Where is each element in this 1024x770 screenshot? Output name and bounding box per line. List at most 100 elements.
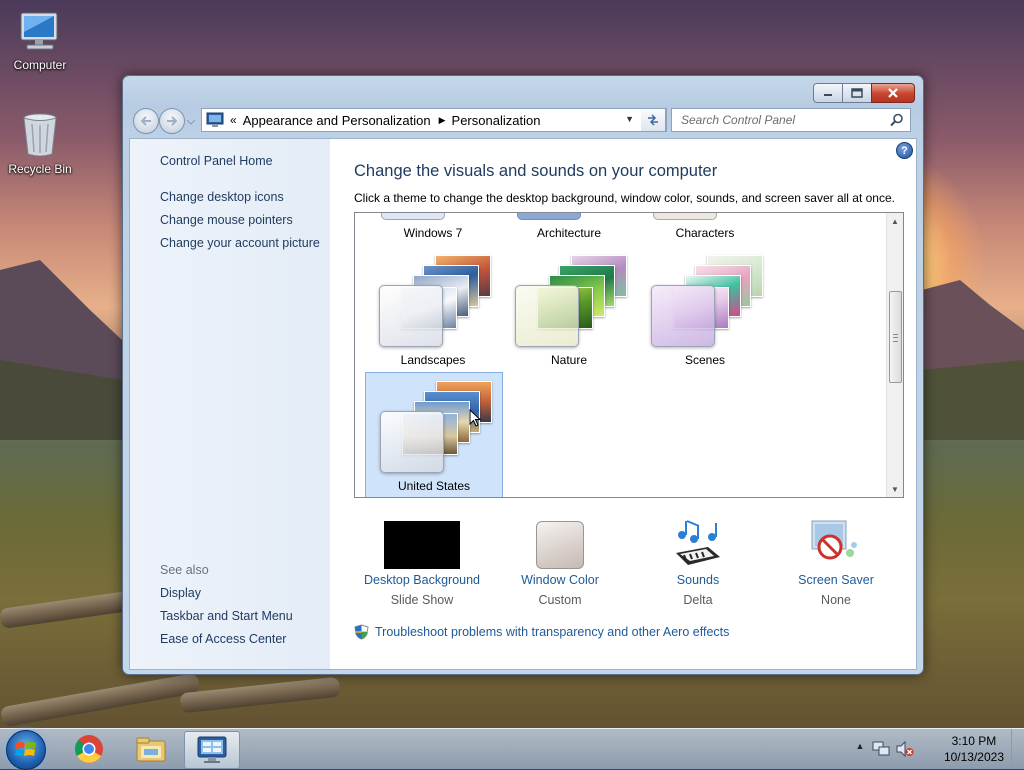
volume-muted-icon[interactable]: [896, 741, 914, 757]
address-dropdown-icon[interactable]: ▼: [625, 114, 634, 124]
setting-value: None: [821, 593, 851, 607]
troubleshoot-link[interactable]: Troubleshoot problems with transparency …: [354, 624, 729, 640]
scroll-down-icon: ▼: [891, 484, 899, 494]
control-panel-icon: [206, 112, 224, 127]
theme-architecture[interactable]: Architecture: [501, 213, 637, 243]
theme-glass-preview: [515, 285, 579, 347]
theme-gallery-scrollbar[interactable]: ▲ ▼: [886, 213, 903, 497]
setting-value: Delta: [683, 593, 713, 607]
computer-icon: [20, 12, 58, 50]
system-tray: ▲ 3:10 PM 10/13/2023: [854, 729, 1024, 769]
close-button[interactable]: [871, 83, 915, 103]
theme-thumbnail: [379, 253, 499, 347]
theme-thumbnail: [381, 213, 445, 220]
scroll-grip-icon: [893, 334, 898, 342]
search-input[interactable]: [679, 109, 883, 131]
search-icon[interactable]: [890, 113, 904, 127]
clock-date: 10/13/2023: [943, 750, 1004, 764]
theme-united-states[interactable]: United States: [365, 372, 503, 497]
navigation-bar: « Appearance and Personalization ▶ Perso…: [131, 106, 915, 134]
theme-settings-row: Desktop Background Slide Show Window Col…: [354, 511, 914, 611]
desktop-icon-label: Recycle Bin: [8, 162, 72, 176]
breadcrumb-appearance[interactable]: Appearance and Personalization: [243, 113, 431, 128]
theme-thumbnail: [651, 253, 771, 347]
personalization-window: « Appearance and Personalization ▶ Perso…: [122, 75, 924, 675]
desktop-icon-recycle-bin[interactable]: Recycle Bin: [0, 112, 80, 176]
ease-of-access-link[interactable]: Ease of Access Center: [160, 632, 286, 646]
back-arrow-icon: [140, 116, 151, 126]
refresh-button[interactable]: [641, 108, 666, 132]
theme-label: Characters: [675, 226, 735, 240]
search-box[interactable]: [671, 108, 911, 132]
page-subtitle: Click a theme to change the desktop back…: [354, 191, 895, 205]
theme-glass-preview: [651, 285, 715, 347]
shield-icon: [354, 624, 369, 640]
refresh-icon: [648, 114, 658, 126]
recycle-bin-icon: [23, 113, 57, 157]
control-panel-icon: [197, 736, 227, 763]
back-button[interactable]: [133, 108, 159, 134]
sounds-icon: [676, 520, 720, 565]
breadcrumb-separator-icon: ▶: [438, 114, 446, 125]
address-bar[interactable]: « Appearance and Personalization ▶ Perso…: [201, 108, 667, 132]
show-hidden-icons-button[interactable]: ▲: [854, 741, 866, 755]
taskbar-chrome[interactable]: [62, 731, 116, 767]
theme-landscapes[interactable]: Landscapes: [365, 247, 501, 371]
display-link[interactable]: Display: [160, 586, 201, 600]
desktop-background-swatch: [384, 521, 460, 569]
network-icon[interactable]: [872, 741, 890, 757]
change-desktop-icons-link[interactable]: Change desktop icons: [160, 190, 284, 204]
change-mouse-pointers-link[interactable]: Change mouse pointers: [160, 213, 293, 227]
fence-rail: [0, 591, 131, 629]
theme-characters[interactable]: Characters: [637, 213, 773, 243]
theme-thumbnail: [653, 213, 717, 220]
theme-label: Scenes: [684, 353, 726, 367]
help-button[interactable]: ?: [896, 142, 913, 159]
recent-pages-dropdown[interactable]: [186, 115, 196, 125]
chevron-down-icon: [186, 119, 196, 125]
troubleshoot-text: Troubleshoot problems with transparency …: [375, 625, 730, 639]
change-account-picture-link[interactable]: Change your account picture: [160, 236, 320, 250]
clock[interactable]: 3:10 PM 10/13/2023: [944, 733, 1004, 765]
show-desktop-button[interactable]: [1011, 729, 1024, 769]
setting-value: Custom: [538, 593, 582, 607]
theme-glass-preview: [379, 285, 443, 347]
theme-gallery: Windows 7 Architecture Characters Landsc…: [354, 212, 904, 498]
desktop-icon-label: Computer: [13, 58, 67, 72]
scroll-thumb[interactable]: [889, 291, 902, 383]
start-button[interactable]: [6, 730, 46, 770]
theme-label: United States: [397, 479, 471, 493]
page-title: Change the visuals and sounds on your co…: [354, 162, 718, 180]
theme-scenes[interactable]: Scenes: [637, 247, 773, 371]
address-overflow-icon[interactable]: «: [230, 113, 237, 127]
taskbar-explorer[interactable]: [124, 731, 178, 767]
theme-label: Windows 7: [403, 226, 463, 240]
scroll-down-button[interactable]: ▼: [887, 481, 903, 497]
theme-nature[interactable]: Nature: [501, 247, 637, 371]
scroll-up-button[interactable]: ▲: [887, 213, 903, 229]
see-also-label: See also: [160, 563, 209, 577]
setting-title: Sounds: [676, 573, 720, 587]
theme-glass-preview: [380, 411, 444, 473]
theme-label: Architecture: [536, 226, 602, 240]
forward-button[interactable]: [159, 108, 185, 134]
content-area: Control Panel Home Change desktop icons …: [129, 138, 917, 670]
scroll-up-icon: ▲: [891, 216, 899, 226]
taskbar-control-panel[interactable]: [184, 731, 240, 769]
minimize-icon: [824, 94, 832, 96]
theme-label: Nature: [550, 353, 588, 367]
theme-thumbnail: [517, 213, 581, 220]
help-icon: ?: [901, 144, 908, 157]
theme-windows-7[interactable]: Windows 7: [365, 213, 501, 243]
maximize-button[interactable]: [842, 83, 872, 103]
close-icon: [888, 88, 898, 98]
minimize-button[interactable]: [813, 83, 843, 103]
taskbar-start-menu-link[interactable]: Taskbar and Start Menu: [160, 609, 293, 623]
setting-title: Window Color: [521, 573, 599, 587]
task-pane: Control Panel Home Change desktop icons …: [130, 139, 330, 669]
taskbar: ▲ 3:10 PM 10/13/2023: [0, 728, 1024, 770]
windows-logo-icon: [15, 742, 36, 756]
control-panel-home-link[interactable]: Control Panel Home: [160, 154, 273, 168]
breadcrumb-personalization[interactable]: Personalization: [452, 113, 541, 128]
desktop-icon-computer[interactable]: Computer: [0, 10, 80, 72]
